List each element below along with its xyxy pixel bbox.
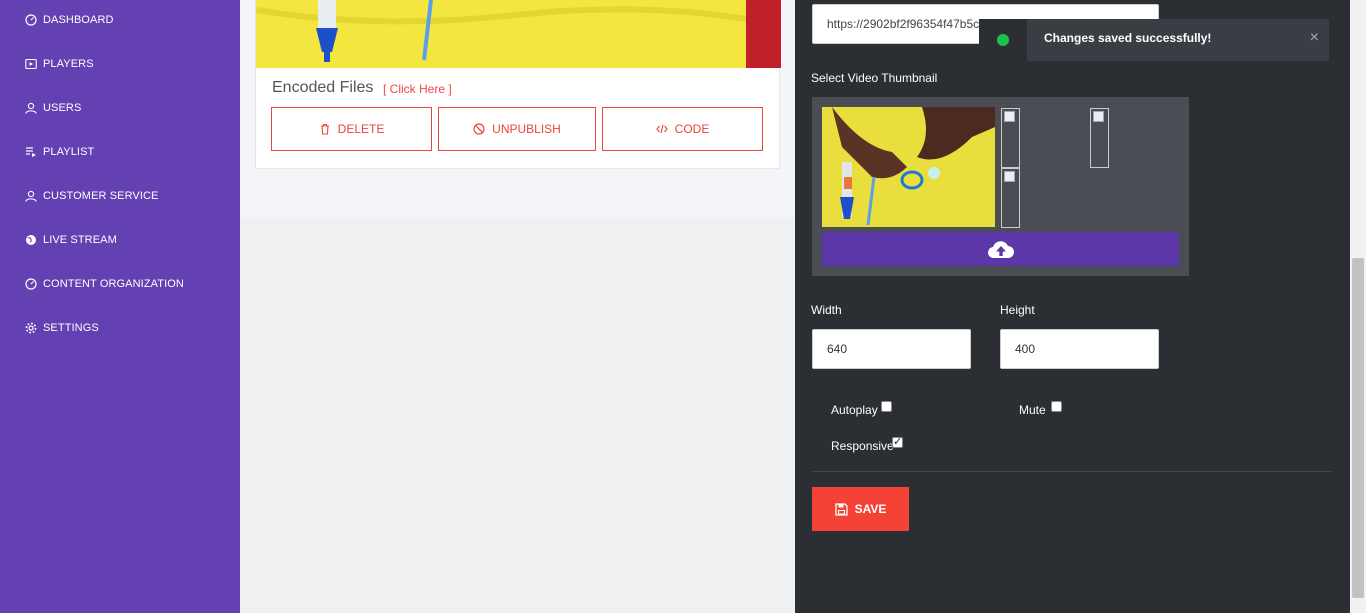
toast-notification: Changes saved successfully! × [979,19,1329,61]
save-button[interactable]: SAVE [812,487,909,531]
gear-icon [24,321,38,335]
close-icon[interactable]: × [1310,29,1319,47]
sidebar-item-settings[interactable]: SETTINGS [24,318,99,338]
save-label: SAVE [854,502,887,516]
user-icon [24,189,38,203]
encoded-files-title: Encoded Files [272,79,374,96]
scrollbar-thumb[interactable] [1352,258,1364,598]
play-icon [24,57,38,71]
autoplay-checkbox[interactable] [881,401,892,412]
sidebar-item-label: PLAYLIST [43,146,95,158]
thumbnail-option-3[interactable] [1090,108,1109,168]
code-button[interactable]: CODE [602,107,763,151]
autoplay-label: Autoplay [831,403,878,417]
trash-icon [320,123,329,135]
code-icon [655,124,668,134]
sidebar-item-label: SETTINGS [43,322,99,334]
sidebar-item-label: PLAYERS [43,58,94,70]
user-icon [24,101,38,115]
sidebar-item-users[interactable]: USERS [24,98,81,118]
toast-message: Changes saved successfully! [1044,31,1212,45]
gauge-icon [24,277,38,291]
sidebar-item-customer-service[interactable]: CUSTOMER SERVICE [24,186,159,206]
thumbnail-option-selected[interactable] [822,107,995,227]
playlist-icon [24,145,38,159]
video-preview[interactable] [256,0,781,68]
ban-icon [473,123,485,135]
sidebar-item-label: DASHBOARD [43,14,114,26]
responsive-label: Responsive [831,439,894,453]
toast-status [979,19,1027,61]
divider [812,471,1332,472]
code-label: CODE [674,122,710,136]
gauge-icon [24,13,38,27]
sidebar-item-label: LIVE STREAM [43,234,117,246]
unpublish-label: UNPUBLISH [492,122,561,136]
width-label: Width [811,303,842,317]
sidebar: DASHBOARD PLAYERS USERS PLAYLIST CUSTOME… [0,0,240,613]
thumbnail-option-4[interactable] [1001,168,1020,228]
globe-icon [24,233,38,247]
width-input[interactable]: 640 [812,329,971,369]
sidebar-item-players[interactable]: PLAYERS [24,54,94,74]
mute-checkbox[interactable] [1051,401,1062,412]
upload-thumbnail-button[interactable] [822,232,1179,266]
sidebar-item-label: CUSTOMER SERVICE [43,190,159,202]
sidebar-item-dashboard[interactable]: DASHBOARD [24,10,114,30]
height-input[interactable]: 400 [1000,329,1159,369]
save-icon [834,502,848,516]
encoded-files-link[interactable]: [ Click Here ] [383,82,452,96]
delete-label: DELETE [337,122,385,136]
thumbnail-label: Select Video Thumbnail [811,71,938,85]
mute-label: Mute [1019,403,1046,417]
sidebar-item-label: USERS [43,102,82,114]
main-content: Encoded Files [ Click Here ] DELETE UNPU… [240,0,795,613]
sidebar-item-live-stream[interactable]: LIVE STREAM [24,230,117,250]
sidebar-item-content-organization[interactable]: CONTENT ORGANIZATION [24,274,184,294]
sidebar-item-label: CONTENT ORGANIZATION [43,278,184,290]
responsive-checkbox[interactable] [892,435,903,448]
thumbnail-option-2[interactable] [1001,108,1020,168]
delete-button[interactable]: DELETE [271,107,432,151]
sidebar-item-playlist[interactable]: PLAYLIST [24,142,94,162]
cloud-upload-icon [987,241,1014,259]
success-dot-icon [997,34,1009,46]
height-label: Height [1000,303,1035,317]
thumbnail-selector [812,97,1189,276]
embed-settings-panel: https://2902bf2f96354f47b5c Select Video… [795,0,1350,613]
unpublish-button[interactable]: UNPUBLISH [438,107,596,151]
video-card: Encoded Files [ Click Here ] DELETE UNPU… [255,0,781,169]
